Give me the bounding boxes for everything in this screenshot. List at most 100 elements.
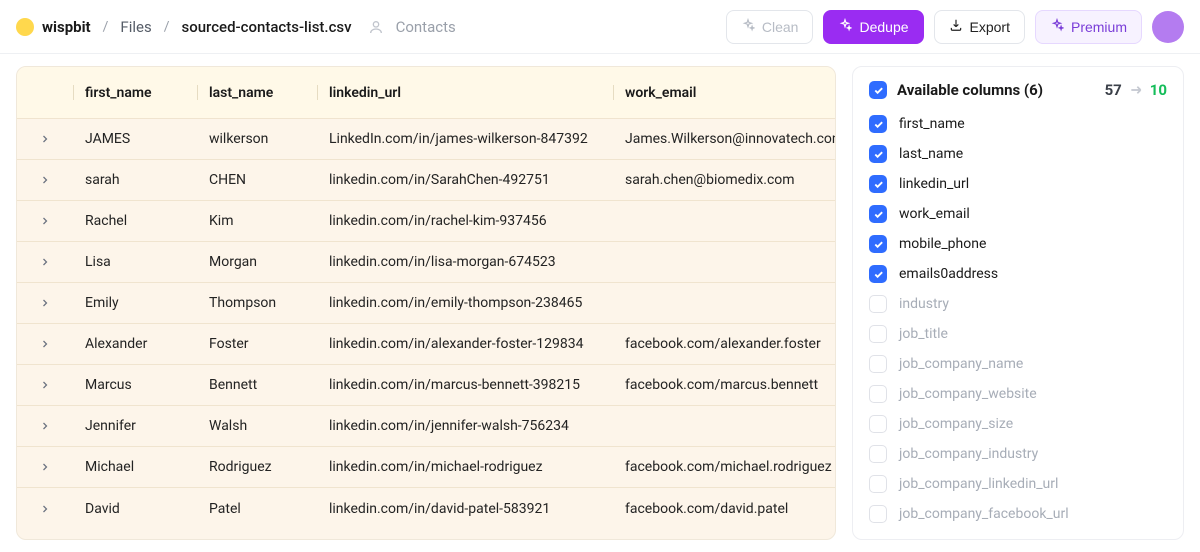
table-row[interactable]: MichaelRodriguezlinkedin.com/in/michael-… bbox=[17, 447, 835, 488]
table-row[interactable]: JenniferWalshlinkedin.com/in/jennifer-wa… bbox=[17, 406, 835, 447]
cell-first-name: Marcus bbox=[73, 365, 197, 405]
cell-work-email: facebook.com/michael.rodriguez bbox=[613, 447, 835, 487]
cell-last-name: Rodriguez bbox=[197, 447, 317, 487]
export-button[interactable]: Export bbox=[934, 10, 1025, 44]
column-checkbox[interactable] bbox=[869, 115, 887, 133]
cell-linkedin: linkedin.com/in/lisa-morgan-674523 bbox=[317, 242, 613, 282]
column-label: linkedin_url bbox=[899, 176, 969, 192]
column-header-work-email[interactable]: work_email bbox=[613, 67, 835, 118]
cell-linkedin: linkedin.com/in/jennifer-walsh-756234 bbox=[317, 406, 613, 446]
cell-linkedin: linkedin.com/in/alexander-foster-129834 bbox=[317, 324, 613, 364]
column-label: job_company_website bbox=[899, 386, 1037, 402]
table-row[interactable]: sarahCHENlinkedin.com/in/SarahChen-49275… bbox=[17, 160, 835, 201]
column-item[interactable]: last_name bbox=[869, 143, 1167, 165]
cell-work-email bbox=[613, 201, 835, 241]
select-all-checkbox[interactable] bbox=[869, 81, 887, 99]
column-checkbox[interactable] bbox=[869, 415, 887, 433]
brand-logo[interactable] bbox=[16, 18, 34, 36]
column-item[interactable]: job_company_linkedin_url bbox=[869, 473, 1167, 495]
table-row[interactable]: RachelKimlinkedin.com/in/rachel-kim-9374… bbox=[17, 201, 835, 242]
brand-name[interactable]: wispbit bbox=[42, 18, 91, 36]
column-checkbox[interactable] bbox=[869, 205, 887, 223]
column-checkbox[interactable] bbox=[869, 385, 887, 403]
expand-toggle[interactable] bbox=[17, 201, 73, 241]
crumb-filename[interactable]: sourced-contacts-list.csv bbox=[181, 18, 351, 36]
dedupe-button[interactable]: Dedupe bbox=[823, 10, 923, 44]
cell-first-name: Lisa bbox=[73, 242, 197, 282]
column-item[interactable]: industry bbox=[869, 293, 1167, 315]
crumb-separator: / bbox=[99, 19, 113, 35]
table-body: JAMESwilkersonLinkedIn.com/in/james-wilk… bbox=[17, 119, 835, 529]
table-row[interactable]: MarcusBennettlinkedin.com/in/marcus-benn… bbox=[17, 365, 835, 406]
cell-last-name: CHEN bbox=[197, 160, 317, 200]
column-label: industry bbox=[899, 296, 949, 312]
chevron-right-icon bbox=[39, 174, 51, 186]
column-item[interactable]: job_company_name bbox=[869, 353, 1167, 375]
table-row[interactable]: AlexanderFosterlinkedin.com/in/alexander… bbox=[17, 324, 835, 365]
column-header-last-name[interactable]: last_name bbox=[197, 67, 317, 118]
expand-toggle[interactable] bbox=[17, 365, 73, 405]
column-label: job_company_linkedin_url bbox=[899, 476, 1058, 492]
sparkle-icon bbox=[838, 18, 852, 35]
table-row[interactable]: JAMESwilkersonLinkedIn.com/in/james-wilk… bbox=[17, 119, 835, 160]
column-item[interactable]: job_company_size bbox=[869, 413, 1167, 435]
cell-work-email bbox=[613, 242, 835, 282]
column-header-first-name[interactable]: first_name bbox=[73, 67, 197, 118]
expand-toggle[interactable] bbox=[17, 447, 73, 487]
column-item[interactable]: linkedin_url bbox=[869, 173, 1167, 195]
cell-last-name: Thompson bbox=[197, 283, 317, 323]
table-row[interactable]: DavidPatellinkedin.com/in/david-patel-58… bbox=[17, 488, 835, 529]
cell-last-name: Bennett bbox=[197, 365, 317, 405]
column-item[interactable]: job_company_website bbox=[869, 383, 1167, 405]
column-list: first_name last_name linkedin_url work_emai… bbox=[869, 113, 1167, 525]
column-item[interactable]: emails0address bbox=[869, 263, 1167, 285]
column-checkbox[interactable] bbox=[869, 145, 887, 163]
column-checkbox[interactable] bbox=[869, 175, 887, 193]
contacts-icon bbox=[368, 19, 384, 35]
column-item[interactable]: mobile_phone bbox=[869, 233, 1167, 255]
cell-first-name: Jennifer bbox=[73, 406, 197, 446]
table-row[interactable]: LisaMorganlinkedin.com/in/lisa-morgan-67… bbox=[17, 242, 835, 283]
sparkle-icon bbox=[741, 18, 755, 35]
expand-column-header bbox=[17, 67, 73, 118]
column-label: last_name bbox=[899, 146, 963, 162]
expand-toggle[interactable] bbox=[17, 119, 73, 159]
column-checkbox[interactable] bbox=[869, 265, 887, 283]
cell-work-email bbox=[613, 283, 835, 323]
cell-linkedin: linkedin.com/in/SarahChen-492751 bbox=[317, 160, 613, 200]
breadcrumb: wispbit / Files / sourced-contacts-list.… bbox=[16, 18, 456, 36]
column-header-linkedin[interactable]: linkedin_url bbox=[317, 67, 613, 118]
cell-work-email bbox=[613, 406, 835, 446]
expand-toggle[interactable] bbox=[17, 488, 73, 529]
expand-toggle[interactable] bbox=[17, 242, 73, 282]
expand-toggle[interactable] bbox=[17, 324, 73, 364]
column-item[interactable]: job_company_industry bbox=[869, 443, 1167, 465]
cell-first-name: JAMES bbox=[73, 119, 197, 159]
content: first_name last_name linkedin_url work_e… bbox=[0, 54, 1200, 552]
expand-toggle[interactable] bbox=[17, 283, 73, 323]
column-checkbox[interactable] bbox=[869, 295, 887, 313]
premium-button[interactable]: Premium bbox=[1035, 10, 1142, 44]
expand-toggle[interactable] bbox=[17, 406, 73, 446]
cell-first-name: Michael bbox=[73, 447, 197, 487]
column-checkbox[interactable] bbox=[869, 475, 887, 493]
column-item[interactable]: job_title bbox=[869, 323, 1167, 345]
column-checkbox[interactable] bbox=[869, 325, 887, 343]
expand-toggle[interactable] bbox=[17, 160, 73, 200]
download-icon bbox=[949, 18, 963, 35]
clean-button[interactable]: Clean bbox=[726, 10, 814, 44]
chevron-right-icon bbox=[39, 256, 51, 268]
crumb-files[interactable]: Files bbox=[120, 18, 151, 36]
table-row[interactable]: EmilyThompsonlinkedin.com/in/emily-thomp… bbox=[17, 283, 835, 324]
avatar[interactable] bbox=[1152, 11, 1184, 43]
column-checkbox[interactable] bbox=[869, 235, 887, 253]
column-item[interactable]: job_company_facebook_url bbox=[869, 503, 1167, 525]
column-checkbox[interactable] bbox=[869, 355, 887, 373]
column-item[interactable]: work_email bbox=[869, 203, 1167, 225]
arrow-right-icon bbox=[1128, 82, 1144, 98]
header-bar: wispbit / Files / sourced-contacts-list.… bbox=[0, 0, 1200, 54]
column-item[interactable]: first_name bbox=[869, 113, 1167, 135]
column-checkbox[interactable] bbox=[869, 505, 887, 523]
column-label: mobile_phone bbox=[899, 236, 986, 252]
column-checkbox[interactable] bbox=[869, 445, 887, 463]
